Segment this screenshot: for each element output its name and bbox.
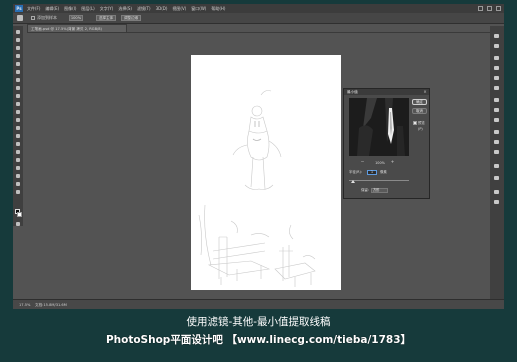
move-tool-icon[interactable] [16, 30, 20, 34]
quick-select-tool-icon[interactable] [17, 15, 23, 21]
preview-checkbox-label: 预览(P) [418, 121, 425, 131]
radius-input[interactable]: 1 [367, 170, 377, 175]
minimum-filter-dialog: 最小值 × 确定 取消 预览(P) − 100% + 半径(R): 1 像素 保… [343, 88, 430, 199]
layers-panel-icon[interactable] [494, 130, 499, 134]
status-doc-size: 文档:15.8M/31.6M [35, 303, 67, 307]
eraser-tool-icon[interactable] [16, 110, 20, 114]
minimize-icon[interactable] [478, 6, 483, 11]
tools-panel [13, 26, 23, 226]
history-panel-icon[interactable] [494, 34, 499, 38]
quick-mask-icon[interactable] [16, 222, 20, 226]
refine-edge-button[interactable]: 调整边缘 [121, 15, 141, 21]
tutorial-caption: 使用滤镜-其他-最小值提取线稿 PhotoShop平面设计吧 【www.line… [13, 313, 504, 352]
preview-checkbox[interactable] [413, 121, 417, 125]
edit-toolbar-icon[interactable] [16, 190, 20, 194]
menu-layer[interactable]: 图层(L) [81, 4, 94, 13]
actions-panel-icon[interactable] [494, 164, 499, 168]
healing-tool-icon[interactable] [16, 78, 20, 82]
zoom-tool-icon[interactable] [16, 182, 20, 186]
styles-panel-icon[interactable] [494, 86, 499, 90]
menu-view[interactable]: 视图(V) [172, 4, 186, 13]
radius-unit: 像素 [380, 170, 387, 174]
sample-checkbox[interactable] [31, 16, 35, 20]
radius-slider-handle[interactable] [351, 180, 355, 183]
crop-tool-icon[interactable] [16, 62, 20, 66]
document-tab[interactable]: 工笔画.psd @ 17.5%(背景 拷贝 2, RGB/8) [27, 24, 127, 32]
properties-panel-icon[interactable] [494, 44, 499, 48]
zoom-in-icon[interactable]: + [390, 160, 395, 165]
paths-panel-icon[interactable] [494, 150, 499, 154]
zoom-out-icon[interactable]: − [360, 160, 365, 165]
menu-bar: Ps 文件(F) 编辑(E) 图像(I) 图层(L) 文字(Y) 选择(S) 滤… [13, 4, 504, 13]
maximize-icon[interactable] [487, 6, 492, 11]
paragraph-panel-icon[interactable] [494, 118, 499, 122]
status-bar: 17.5% 文档:15.8M/31.6M [13, 299, 504, 309]
window-controls [478, 6, 501, 11]
libraries-panel-icon[interactable] [494, 200, 499, 204]
right-panel-dock [490, 26, 504, 309]
blur-tool-icon[interactable] [16, 126, 20, 130]
ok-button[interactable]: 确定 [412, 99, 427, 105]
hand-tool-icon[interactable] [16, 174, 20, 178]
menu-image[interactable]: 图像(I) [64, 4, 76, 13]
menu-help[interactable]: 帮助(H) [211, 4, 225, 13]
menu-edit[interactable]: 编辑(E) [45, 4, 59, 13]
history-brush-tool-icon[interactable] [16, 102, 20, 106]
cancel-button[interactable]: 取消 [412, 108, 427, 114]
close-icon[interactable]: × [423, 90, 427, 94]
navigator-panel-icon[interactable] [494, 190, 499, 194]
gradient-tool-icon[interactable] [16, 118, 20, 122]
photoshop-window: Ps 文件(F) 编辑(E) 图像(I) 图层(L) 文字(Y) 选择(S) 滤… [13, 4, 504, 309]
value-field[interactable]: 100% [69, 15, 83, 21]
document-canvas[interactable] [191, 55, 341, 290]
type-tool-icon[interactable] [16, 150, 20, 154]
preview-zoom-controls: − 100% + [360, 160, 400, 166]
menu-type[interactable]: 文字(Y) [100, 4, 114, 13]
sample-checkbox-label: 添加到样本 [37, 15, 57, 20]
dialog-title: 最小值 [347, 90, 358, 94]
channels-panel-icon[interactable] [494, 140, 499, 144]
zoom-value: 100% [375, 161, 385, 165]
options-bar: 添加到样本 100% 选择主体 调整边缘 [13, 13, 504, 24]
preserve-label: 保留: [361, 188, 369, 192]
select-subject-button[interactable]: 选择主体 [96, 15, 116, 21]
close-icon[interactable] [496, 6, 501, 11]
radius-slider-track[interactable] [349, 180, 409, 181]
radius-label: 半径(R): [349, 170, 362, 174]
character-panel-icon[interactable] [494, 108, 499, 112]
color-panel-icon[interactable] [494, 56, 499, 60]
eyedropper-tool-icon[interactable] [16, 70, 20, 74]
dialog-titlebar[interactable]: 最小值 × [344, 89, 429, 95]
menu-window[interactable]: 窗口(W) [191, 4, 206, 13]
info-panel-icon[interactable] [494, 176, 499, 180]
quick-select-tool-icon[interactable] [16, 54, 20, 58]
filter-preview[interactable] [349, 98, 409, 156]
pen-tool-icon[interactable] [16, 142, 20, 146]
line-art-drawing [198, 90, 316, 287]
menu-select[interactable]: 选择(S) [118, 4, 132, 13]
menu-3d[interactable]: 3D(D) [156, 4, 168, 13]
menu-filter[interactable]: 滤镜(T) [137, 4, 151, 13]
photoshop-logo: Ps [15, 5, 23, 12]
status-zoom[interactable]: 17.5% [19, 300, 30, 309]
marquee-tool-icon[interactable] [16, 38, 20, 42]
adjustments-panel-icon[interactable] [494, 76, 499, 80]
dodge-tool-icon[interactable] [16, 134, 20, 138]
path-select-tool-icon[interactable] [16, 158, 20, 162]
preview-image [349, 98, 409, 156]
brush-tool-icon[interactable] [16, 86, 20, 90]
shape-tool-icon[interactable] [16, 166, 20, 170]
preserve-select[interactable]: 方形 [371, 188, 388, 193]
swatches-panel-icon[interactable] [494, 66, 499, 70]
lasso-tool-icon[interactable] [16, 46, 20, 50]
brush-panel-icon[interactable] [494, 98, 499, 102]
caption-step: 使用滤镜-其他-最小值提取线稿 [186, 316, 331, 328]
menu-list: 文件(F) 编辑(E) 图像(I) 图层(L) 文字(Y) 选择(S) 滤镜(T… [27, 4, 225, 13]
background-color-swatch[interactable] [17, 212, 22, 217]
caption-credit: PhotoShop平面设计吧 【www.linecg.com/tieba/178… [105, 334, 412, 346]
stamp-tool-icon[interactable] [16, 94, 20, 98]
menu-file[interactable]: 文件(F) [27, 4, 40, 13]
